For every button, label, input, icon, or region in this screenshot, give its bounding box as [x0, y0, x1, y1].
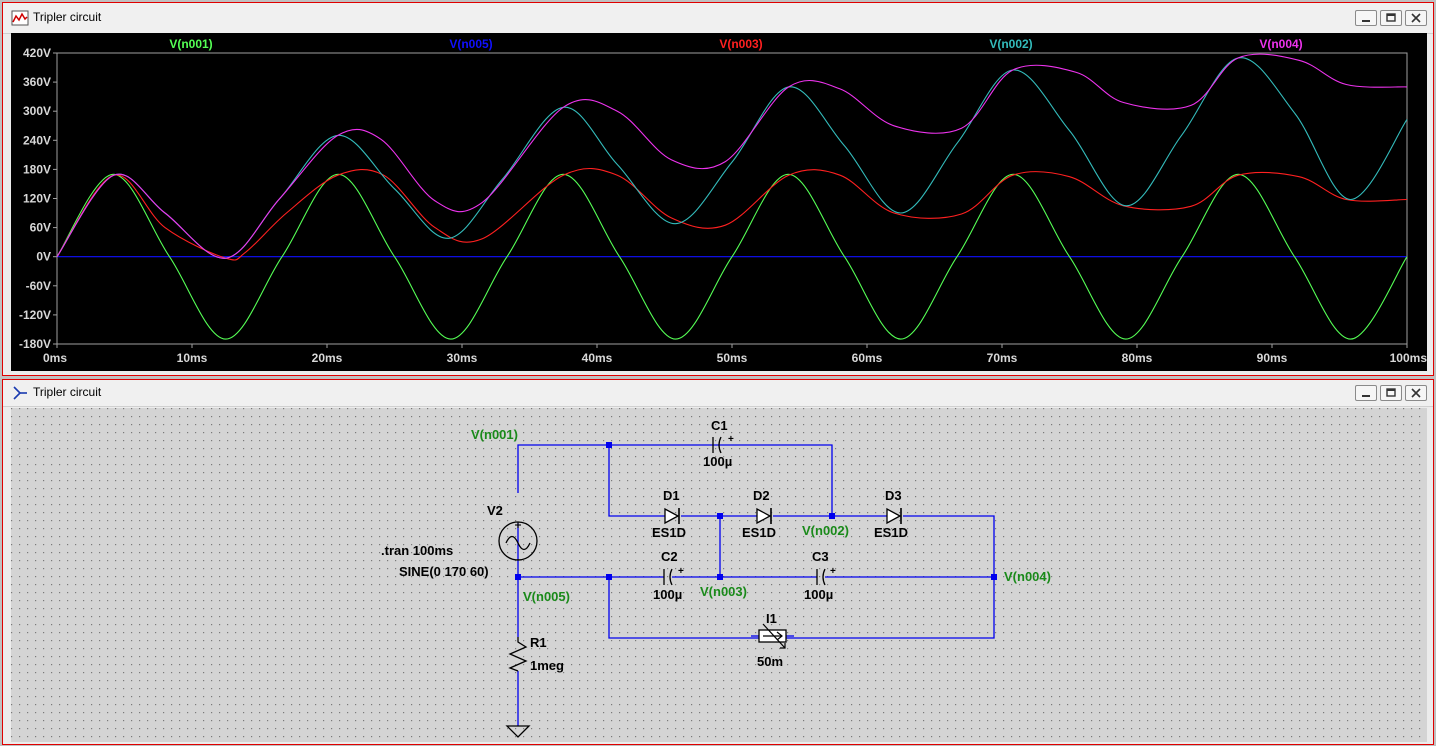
- c3-name: C3: [812, 549, 829, 564]
- minimize-icon: [1362, 20, 1370, 22]
- y-tick-label: 240V: [23, 133, 51, 147]
- i1-name: I1: [766, 611, 777, 626]
- d3-name: D3: [885, 488, 902, 503]
- x-tick-label: 20ms: [312, 351, 343, 365]
- waveform-icon: [11, 10, 29, 26]
- v2-name: V2: [487, 503, 503, 518]
- legend-label[interactable]: V(n001): [169, 37, 212, 51]
- r1-value: 1meg: [530, 658, 564, 673]
- tran-directive[interactable]: .tran 100ms: [381, 543, 453, 558]
- d1-value: ES1D: [652, 525, 686, 540]
- legend-label[interactable]: V(n002): [989, 37, 1032, 51]
- net-label-n005[interactable]: V(n005): [523, 589, 570, 604]
- i1-value: 50m: [757, 654, 783, 669]
- y-tick-label: 120V: [23, 192, 51, 206]
- net-label-n001[interactable]: V(n001): [471, 427, 518, 442]
- x-tick-label: 40ms: [582, 351, 613, 365]
- close-icon: [1411, 13, 1421, 23]
- x-tick-label: 100ms: [1390, 351, 1427, 365]
- y-tick-label: 360V: [23, 75, 51, 89]
- y-tick-label: 420V: [23, 46, 51, 60]
- waveform-titlebar[interactable]: Tripler circuit: [3, 3, 1433, 34]
- schematic-titlebar[interactable]: Tripler circuit: [3, 380, 1433, 407]
- y-tick-label: -120V: [19, 308, 51, 322]
- x-tick-label: 50ms: [717, 351, 748, 365]
- x-tick-label: 0ms: [43, 351, 67, 365]
- plot-frame: [56, 52, 1408, 345]
- schematic-window[interactable]: Tripler circuit + C1 100µ D1 ES1D D2 ES1…: [2, 379, 1434, 745]
- y-tick-label: -180V: [19, 337, 51, 351]
- legend-label[interactable]: V(n004): [1259, 37, 1302, 51]
- x-tick-label: 60ms: [852, 351, 883, 365]
- polarity-plus: +: [830, 566, 836, 577]
- legend-label[interactable]: V(n003): [719, 37, 762, 51]
- waveform-plot[interactable]: 420V 360V 300V 240V 180V 120V 60V 0V -60V -120V -1…: [11, 33, 1427, 371]
- legend-label[interactable]: V(n005): [449, 37, 492, 51]
- x-tick-label: 70ms: [987, 351, 1018, 365]
- schematic-icon: [13, 386, 27, 400]
- close-icon: [1411, 388, 1421, 398]
- x-tick-label: 80ms: [1122, 351, 1153, 365]
- schematic-window-title: Tripler circuit: [33, 385, 102, 399]
- y-tick-label: 0V: [36, 250, 51, 264]
- x-tick-label: 10ms: [177, 351, 208, 365]
- x-tick-label: 90ms: [1257, 351, 1288, 365]
- minimize-icon: [1362, 395, 1370, 397]
- waveform-window[interactable]: Tripler circuit 420V 360V 300V 240V 180V 120V…: [2, 2, 1434, 376]
- c1-name: C1: [711, 418, 728, 433]
- net-label-n004[interactable]: V(n004): [1004, 569, 1051, 584]
- restore-button[interactable]: [1380, 10, 1402, 26]
- y-tick-label: -60V: [26, 279, 51, 293]
- d2-value: ES1D: [742, 525, 776, 540]
- y-tick-label: 180V: [23, 162, 51, 176]
- polarity-plus: +: [678, 566, 684, 577]
- restore-icon: [1386, 388, 1396, 397]
- schematic-close-button[interactable]: [1405, 385, 1427, 401]
- c2-name: C2: [661, 549, 678, 564]
- polarity-plus: +: [728, 434, 734, 445]
- c3-value: 100µ: [804, 587, 833, 602]
- schematic-minimize-button[interactable]: [1355, 385, 1377, 401]
- series-line-vn003[interactable]: [56, 168, 1408, 261]
- d3-value: ES1D: [874, 525, 908, 540]
- c2-value: 100µ: [653, 587, 682, 602]
- minimize-button[interactable]: [1355, 10, 1377, 26]
- close-button[interactable]: [1405, 10, 1427, 26]
- c1-value: 100µ: [703, 454, 732, 469]
- restore-icon: [1386, 13, 1396, 22]
- d2-name: D2: [753, 488, 770, 503]
- schematic-canvas[interactable]: + C1 100µ D1 ES1D D2 ES1D D3 ES1D + C2 1…: [11, 408, 1427, 742]
- y-tick-label: 60V: [30, 221, 51, 235]
- series-line-vn004[interactable]: [56, 53, 1408, 259]
- waveform-chart[interactable]: 420V 360V 300V 240V 180V 120V 60V 0V -60V -120V -1…: [11, 33, 1427, 371]
- x-tick-label: 30ms: [447, 351, 478, 365]
- v2-value: SINE(0 170 60): [399, 564, 489, 579]
- r1-name: R1: [530, 635, 547, 650]
- waveform-window-title: Tripler circuit: [33, 10, 102, 24]
- net-label-n002[interactable]: V(n002): [802, 523, 849, 538]
- schematic-restore-button[interactable]: [1380, 385, 1402, 401]
- d1-name: D1: [663, 488, 680, 503]
- series-line-vn002[interactable]: [56, 57, 1408, 259]
- net-label-n003[interactable]: V(n003): [700, 584, 747, 599]
- y-tick-label: 300V: [23, 104, 51, 118]
